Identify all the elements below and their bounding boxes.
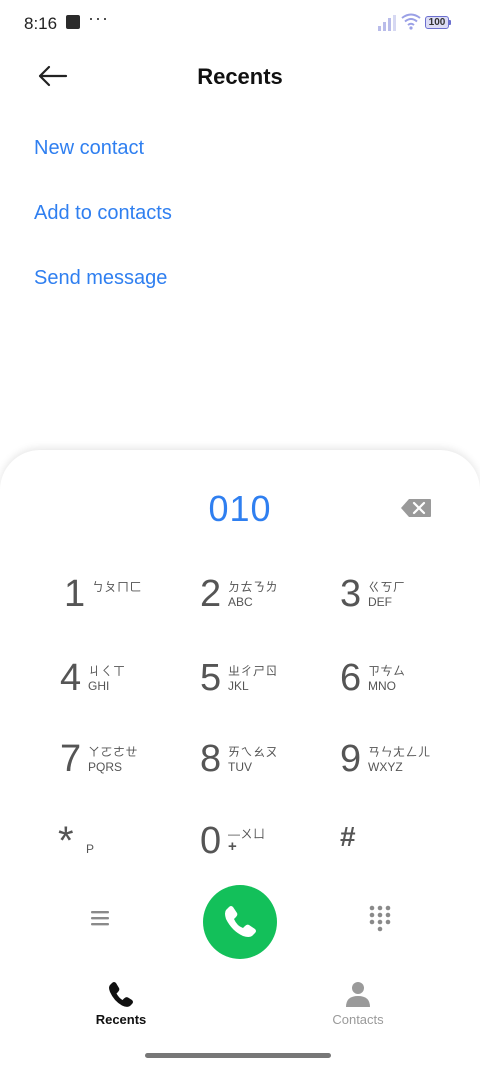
menu-button[interactable] xyxy=(88,908,112,928)
key-digit: 1 xyxy=(64,573,86,615)
key-2[interactable]: 2 ㄉㄊㄋㄌ ABC xyxy=(200,565,340,625)
status-time: 8:16 xyxy=(24,14,58,33)
key-digit: 0 xyxy=(200,820,222,862)
dialpad-icon xyxy=(369,905,391,932)
nav-recents[interactable]: Recents xyxy=(61,980,181,1030)
home-indicator[interactable] xyxy=(145,1053,331,1058)
key-letters: ABC xyxy=(228,595,253,609)
person-icon xyxy=(346,982,370,1007)
dialpad-toggle-button[interactable] xyxy=(368,905,392,933)
key-zhuyin: ㄢㄣㄤㄥㄦ xyxy=(368,745,431,759)
key-zhuyin: ㄍㄎㄏ xyxy=(368,580,406,594)
key-9[interactable]: 9 ㄢㄣㄤㄥㄦ WXYZ xyxy=(340,730,480,790)
key-3[interactable]: 3 ㄍㄎㄏ DEF xyxy=(340,565,480,625)
key-zhuyin: ㄞㄟㄠㄡ xyxy=(228,745,279,759)
key-digit: 8 xyxy=(200,738,222,780)
key-4[interactable]: 4 ㄐㄑㄒ GHI xyxy=(60,649,200,709)
key-digit: 2 xyxy=(200,573,222,615)
key-digit: 4 xyxy=(60,657,82,699)
key-letters: PQRS xyxy=(88,760,123,774)
key-0[interactable]: 0 —ㄨㄩ + xyxy=(200,812,340,872)
key-letters: GHI xyxy=(88,679,110,693)
battery-icon: 100 xyxy=(425,16,449,29)
key-1[interactable]: 1 ㄅㄆㄇㄈ xyxy=(64,565,204,625)
backspace-button[interactable] xyxy=(400,498,432,518)
battery-tip xyxy=(449,20,451,25)
key-zhuyin: ㄗㄘㄙ xyxy=(368,664,406,678)
dialer-panel: 010 1 ㄅㄆㄇㄈ 2 ㄉㄊㄋㄌ ABC 3 ㄍㄎㄏ DEF 4 ㄐㄑㄒ GH… xyxy=(0,450,480,1066)
backspace-icon xyxy=(401,499,431,517)
key-letters: MNO xyxy=(368,679,396,693)
key-zhuyin: ㄉㄊㄋㄌ xyxy=(228,580,279,594)
key-digit: * xyxy=(58,819,74,863)
key-letters: + xyxy=(228,838,237,855)
status-bar: 8:16 ··· 100 xyxy=(0,0,480,48)
add-to-contacts-option[interactable]: Add to contacts xyxy=(34,202,172,225)
key-hash[interactable]: # xyxy=(340,812,480,872)
key-zhuyin: ㄐㄑㄒ xyxy=(88,664,126,678)
wifi-icon xyxy=(401,13,421,30)
key-letters: JKL xyxy=(228,679,249,693)
phone-icon xyxy=(225,906,256,937)
key-5[interactable]: 5 ㄓㄔㄕㄖ JKL xyxy=(200,649,340,709)
key-8[interactable]: 8 ㄞㄟㄠㄡ TUV xyxy=(200,730,340,790)
menu-icon xyxy=(91,911,109,926)
key-7[interactable]: 7 ㄚㄛㄜㄝ PQRS xyxy=(60,730,200,790)
new-contact-option[interactable]: New contact xyxy=(34,137,144,160)
key-letters: TUV xyxy=(228,760,252,774)
nav-label: Contacts xyxy=(332,1012,384,1027)
battery-level: 100 xyxy=(428,17,446,28)
key-letters: WXYZ xyxy=(368,760,403,774)
signal-icon xyxy=(378,15,396,31)
nav-contacts[interactable]: Contacts xyxy=(298,980,418,1030)
page-title: Recents xyxy=(197,64,283,89)
key-digit: 6 xyxy=(340,657,362,699)
key-digit: 3 xyxy=(340,573,362,615)
key-digit: 9 xyxy=(340,738,362,780)
send-message-option[interactable]: Send message xyxy=(34,267,167,290)
key-letters: P xyxy=(86,842,95,856)
call-button[interactable] xyxy=(203,885,277,959)
key-digit: 5 xyxy=(200,657,222,699)
key-zhuyin: ㄓㄔㄕㄖ xyxy=(228,664,279,678)
more-notifications-icon: ··· xyxy=(88,8,109,28)
nav-label: Recents xyxy=(95,1012,147,1027)
key-digit: # xyxy=(340,821,356,852)
key-digit: 7 xyxy=(60,738,82,780)
key-zhuyin: ㄅㄆㄇㄈ xyxy=(92,580,143,594)
key-zhuyin: ㄚㄛㄜㄝ xyxy=(88,745,139,759)
key-6[interactable]: 6 ㄗㄘㄙ MNO xyxy=(340,649,480,709)
phone-icon xyxy=(109,982,133,1007)
notification-square-icon xyxy=(66,15,80,29)
key-star[interactable]: * P xyxy=(58,812,198,872)
key-letters: DEF xyxy=(368,595,392,609)
